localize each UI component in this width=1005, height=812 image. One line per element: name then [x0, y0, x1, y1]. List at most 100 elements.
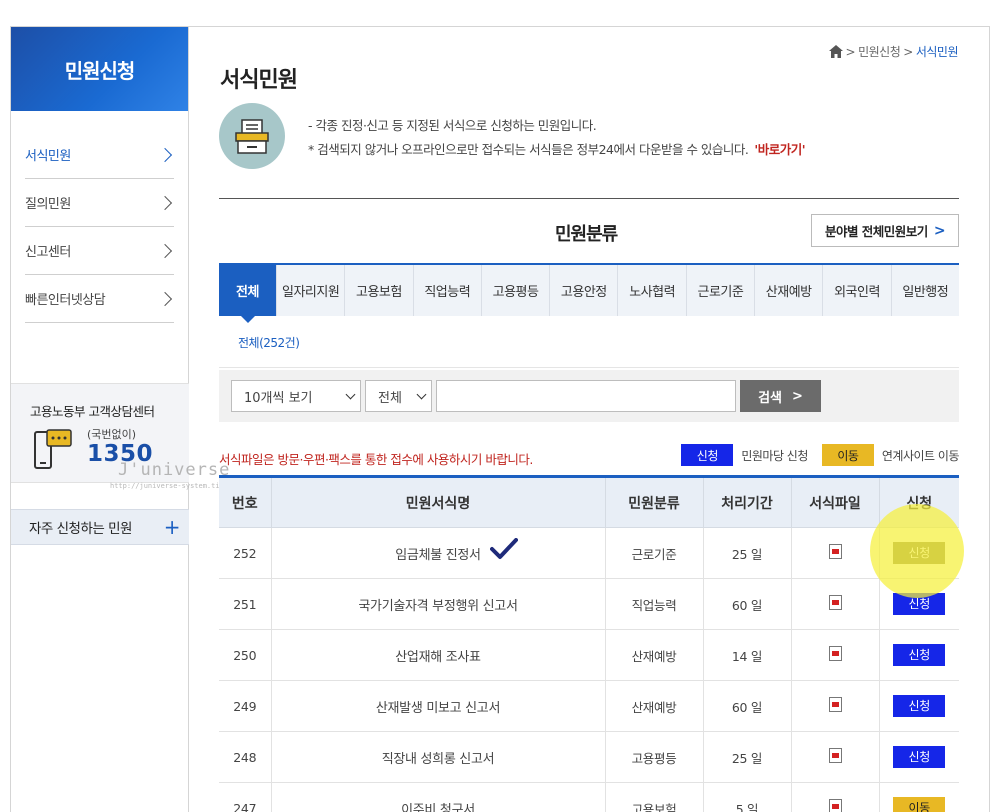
sidebar-item-label: 서식민원 [25, 149, 71, 164]
column-header: 민원분류 [604, 476, 703, 528]
search-input[interactable] [436, 380, 736, 412]
phone-chat-icon [34, 429, 72, 469]
tab-labor-standards[interactable]: 근로기준 [687, 265, 756, 316]
chevron-right-icon: > [792, 388, 803, 404]
tab-employment-stability[interactable]: 고용안정 [550, 265, 619, 316]
chevron-down-icon [345, 389, 356, 399]
legend-apply-badge: 신청 [681, 444, 734, 466]
form-name-link[interactable]: 국가기술자격 부정행위 신고서 [270, 578, 605, 630]
pdf-file-icon[interactable] [828, 595, 842, 610]
row-category: 근로기준 [604, 527, 703, 579]
apply-button[interactable]: 신청 [893, 644, 946, 666]
apply-button[interactable]: 신청 [893, 746, 946, 768]
search-button[interactable]: 검색 > [740, 380, 821, 412]
section-divider [219, 198, 959, 199]
sidebar-item-form-petition[interactable]: 서식민원 [25, 131, 174, 179]
sidebar-item-label: 빠른인터넷상담 [25, 293, 106, 308]
row-category: 산재예방 [604, 629, 703, 681]
breadcrumb: > 민원신청 > 서식민원 [828, 43, 959, 60]
move-button[interactable]: 이동 [893, 797, 946, 812]
view-all-label: 분야별 전체민원보기 [824, 224, 928, 239]
row-number: 248 [219, 731, 271, 783]
result-count: 전체(252건) [238, 336, 300, 350]
legend: 신청 민원마당 신청 이동 연계사이트 이동 [681, 444, 960, 466]
form-name-link[interactable]: 임금체불 진정서 [270, 527, 605, 579]
chevron-right-icon: > [933, 222, 946, 239]
frequent-petitions-toggle[interactable]: 자주 신청하는 민원 + [11, 509, 189, 545]
customer-center-title: 고용노동부 고객상담센터 [30, 404, 155, 419]
form-name-link[interactable]: 직장내 성희롱 신고서 [270, 731, 605, 783]
tab-job-support[interactable]: 일자리지원 [277, 265, 346, 316]
table-row: 248 직장내 성희롱 신고서 고용평등 25 일 신청 [219, 731, 959, 783]
apply-button[interactable]: 신청 [893, 593, 946, 615]
pdf-file-icon[interactable] [828, 748, 842, 763]
table-row: 249 산재발생 미보고 신고서 산재예방 60 일 신청 [219, 680, 959, 732]
tab-accident-prevention[interactable]: 산재예방 [755, 265, 824, 316]
home-icon[interactable] [828, 45, 843, 58]
view-all-by-field-button[interactable]: 분야별 전체민원보기 > [811, 214, 959, 247]
sidebar-item-online-consult[interactable]: 빠른인터넷상담 [25, 275, 174, 323]
sidebar-item-inquiry[interactable]: 질의민원 [25, 179, 174, 227]
table-row: 250 산업재해 조사표 산재예방 14 일 신청 [219, 629, 959, 681]
page-size-value: 10개씩 보기 [244, 390, 313, 406]
watermark-text: J'universe [118, 460, 231, 480]
page-size-select[interactable]: 10개씩 보기 [231, 380, 361, 412]
plus-icon: + [163, 515, 181, 539]
pdf-file-icon[interactable] [828, 646, 842, 661]
form-name-link[interactable]: 산재발생 미보고 신고서 [270, 680, 605, 732]
chevron-right-icon [157, 195, 173, 210]
intro-line: - 각종 진정·신고 등 지정된 서식으로 신청하는 민원입니다. [308, 118, 597, 133]
chevron-right-icon [157, 291, 173, 306]
sidebar-title: 민원신청 [11, 27, 188, 111]
table-row: 247 이주비 청구서 고용보험 5 일 이동 [219, 782, 959, 812]
breadcrumb-item[interactable]: 민원신청 [858, 43, 901, 60]
category-tabs: 전체 일자리지원 고용보험 직업능력 고용평등 고용안정 노사협력 근로기준 산… [219, 263, 959, 323]
table-header-row: 번호 민원서식명 민원분류 처리기간 서식파일 신청 [219, 476, 959, 528]
row-period: 25 일 [702, 527, 791, 579]
breadcrumb-current: 서식민원 [915, 45, 959, 59]
pdf-file-icon[interactable] [828, 544, 842, 559]
chevron-right-icon [157, 147, 173, 162]
tab-employment-equality[interactable]: 고용평등 [482, 265, 551, 316]
sidebar-menu: 서식민원 질의민원 신고센터 빠른인터넷상담 [11, 131, 188, 323]
apply-button[interactable]: 신청 [893, 695, 946, 717]
scope-value: 전체 [378, 390, 402, 406]
sidebar: 민원신청 서식민원 질의민원 신고센터 빠른인터넷상담 고용노동부 고객상담센터… [11, 27, 189, 812]
tab-general-admin[interactable]: 일반행정 [892, 265, 959, 316]
intro-line: * 검색되지 않거나 오프라인으로만 접수되는 서식들은 정부24에서 다운받을… [308, 142, 749, 157]
customer-center-sub: (국번없이) [87, 428, 137, 441]
divider [219, 367, 959, 368]
scope-select[interactable]: 전체 [365, 380, 432, 412]
tab-employment-insurance[interactable]: 고용보험 [345, 265, 414, 316]
sidebar-item-label: 신고센터 [25, 245, 71, 260]
table-row: 251 국가기술자격 부정행위 신고서 직업능력 60 일 신청 [219, 578, 959, 630]
row-category: 산재예방 [604, 680, 703, 732]
tab-vocational-skills[interactable]: 직업능력 [414, 265, 482, 316]
chevron-right-icon [157, 243, 173, 258]
intro-text: - 각종 진정·신고 등 지정된 서식으로 신청하는 민원입니다. * 검색되지… [308, 114, 806, 162]
column-header: 신청 [878, 476, 959, 528]
column-header: 처리기간 [702, 476, 791, 528]
petition-table: 번호 민원서식명 민원분류 처리기간 서식파일 신청 252 임금체불 진정서 … [219, 475, 959, 812]
row-number: 250 [219, 629, 271, 681]
sidebar-item-report-center[interactable]: 신고센터 [25, 227, 174, 275]
legend-move-desc: 연계사이트 이동 [881, 448, 960, 463]
row-category: 직업능력 [604, 578, 703, 630]
row-period: 14 일 [702, 629, 791, 681]
row-period: 25 일 [702, 731, 791, 783]
pdf-file-icon[interactable] [828, 697, 842, 712]
apply-button[interactable]: 신청 [893, 542, 946, 564]
form-name-link[interactable]: 산업재해 조사표 [270, 629, 605, 681]
row-category: 고용평등 [604, 731, 703, 783]
form-name-link[interactable]: 이주비 청구서 [270, 782, 605, 812]
form-file-notice: 서식파일은 방문·우편·팩스를 통한 접수에 사용하시기 바랍니다. [219, 452, 533, 467]
page-title: 서식민원 [220, 68, 298, 93]
tab-all[interactable]: 전체 [219, 265, 277, 323]
pdf-file-icon[interactable] [828, 799, 842, 812]
tab-labor-cooperation[interactable]: 노사협력 [618, 265, 687, 316]
row-number: 249 [219, 680, 271, 732]
tab-foreign-workforce[interactable]: 외국인력 [823, 265, 892, 316]
row-number: 252 [219, 527, 271, 579]
search-bar: 10개씩 보기 전체 검색 > [219, 370, 959, 422]
shortcut-link[interactable]: '바로가기' [754, 142, 805, 157]
